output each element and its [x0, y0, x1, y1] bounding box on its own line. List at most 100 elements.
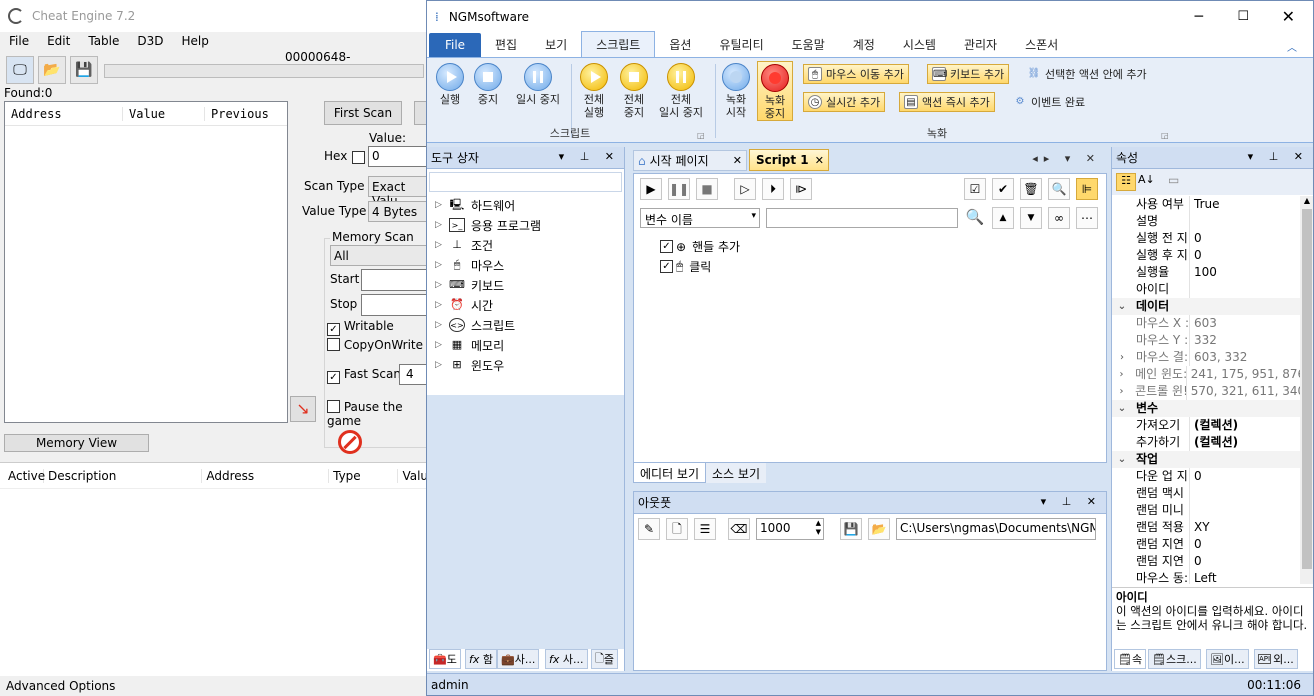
- variable-name-select[interactable]: 변수 이름 ▾: [640, 208, 760, 228]
- move-down-icon[interactable]: ▼: [1020, 207, 1042, 229]
- property-value[interactable]: 100: [1190, 264, 1217, 281]
- expand-icon[interactable]: [1112, 230, 1132, 247]
- toolbox-item-keyboard[interactable]: ▷ ⌨ 키보드: [427, 275, 624, 295]
- tab-help[interactable]: 도움말: [778, 32, 839, 57]
- pause-game-option[interactable]: Pause the game: [327, 400, 427, 428]
- bottom-tab-function[interactable]: fx 함: [465, 649, 498, 669]
- loop-icon[interactable]: ∞: [1048, 207, 1070, 229]
- ce-menu-edit[interactable]: Edit: [38, 32, 79, 52]
- first-scan-button[interactable]: First Scan: [324, 101, 402, 125]
- bottom-tab-toolbox[interactable]: 🧰 도: [429, 649, 461, 669]
- tab-script[interactable]: 스크립트: [581, 31, 656, 57]
- step-into-icon[interactable]: ⏵: [762, 178, 784, 200]
- properties-pin-close-icon[interactable]: ▾ ⊥ ✕: [1248, 150, 1309, 163]
- variable-value-input[interactable]: [766, 208, 958, 228]
- tree-view-icon[interactable]: ⊫: [1076, 178, 1098, 200]
- close-start-tab-icon[interactable]: ✕: [733, 154, 742, 167]
- clear-list-icon[interactable]: [338, 430, 362, 454]
- minimize-icon[interactable]: ─: [1195, 9, 1203, 25]
- tab-script-1[interactable]: Script 1 ✕: [749, 149, 829, 171]
- output-path-input[interactable]: C:\Users\ngmas\Documents\NGM6\: [896, 518, 1096, 540]
- run-button[interactable]: 실행: [435, 63, 465, 106]
- spinner-icon[interactable]: ▲ ▼: [816, 519, 821, 537]
- open-process-icon[interactable]: 🖵: [6, 56, 34, 84]
- expand-icon[interactable]: ›: [1112, 383, 1131, 400]
- tab-file[interactable]: File: [429, 33, 481, 57]
- search-icon[interactable]: 🔍: [1048, 178, 1070, 200]
- property-row[interactable]: 다운 업 지0: [1112, 468, 1300, 485]
- col-value[interactable]: Value: [123, 106, 205, 121]
- properties-scrollbar[interactable]: ▲: [1300, 196, 1313, 584]
- action-checkbox[interactable]: ✓: [660, 260, 673, 273]
- property-value[interactable]: [1292, 400, 1296, 417]
- property-category[interactable]: ⌄ 작업: [1112, 451, 1300, 468]
- sort-alpha-icon[interactable]: A↓: [1138, 173, 1155, 186]
- expand-icon[interactable]: [1112, 315, 1132, 332]
- stop-button[interactable]: 중지: [473, 63, 503, 106]
- collapse-icon[interactable]: ⌄: [1112, 400, 1132, 417]
- expand-icon[interactable]: ›: [1112, 349, 1132, 366]
- output-line-count-input[interactable]: 1000 ▲ ▼: [756, 518, 824, 540]
- script-group-expand-icon[interactable]: ◲: [697, 131, 705, 140]
- editor-tab-controls-icon[interactable]: ◂▸ ▾ ✕: [1032, 152, 1101, 165]
- add-inside-selected-button[interactable]: ⛓ 선택한 액션 안에 추가: [1023, 64, 1151, 84]
- fastscan-checkbox[interactable]: ✓: [327, 371, 340, 384]
- copyonwrite-checkbox[interactable]: [327, 338, 340, 351]
- expand-icon[interactable]: [1112, 417, 1132, 434]
- collapse-icon[interactable]: ⌄: [1112, 451, 1132, 468]
- bottom-tab-script[interactable]: 🗒 스크...: [1148, 649, 1201, 669]
- property-row[interactable]: › 마우스 결: 603, 332: [1112, 349, 1300, 366]
- property-row[interactable]: 랜덤 적용 XY: [1112, 519, 1300, 536]
- collapse-icon[interactable]: ⌄: [1112, 298, 1132, 315]
- expand-icon[interactable]: [1112, 485, 1132, 502]
- property-value[interactable]: 0: [1190, 247, 1202, 264]
- start-address-input[interactable]: [361, 269, 427, 291]
- tab-system[interactable]: 시스템: [889, 32, 950, 57]
- ce-menu-d3d[interactable]: D3D: [128, 32, 172, 52]
- property-value[interactable]: 0: [1190, 536, 1202, 553]
- property-row[interactable]: 랜덤 맥시: [1112, 485, 1300, 502]
- tab-admin[interactable]: 관리자: [950, 32, 1011, 57]
- record-stop-button[interactable]: 녹화 중지: [757, 61, 793, 121]
- run-all-button[interactable]: 전체 실행: [577, 63, 611, 119]
- action-row-add-handle[interactable]: ✓ ⊕ 핸들 추가: [660, 238, 740, 255]
- source-view-tab[interactable]: 소스 보기: [706, 463, 766, 483]
- property-value[interactable]: (컬렉션): [1190, 417, 1238, 434]
- expand-icon[interactable]: [1112, 332, 1132, 349]
- action-row-click[interactable]: ✓ 🖱 클릭: [660, 258, 711, 275]
- stop-address-input[interactable]: [361, 294, 427, 316]
- property-value[interactable]: 570, 321, 611, 340: [1187, 383, 1300, 400]
- pause-button[interactable]: 일시 중지: [511, 63, 565, 106]
- eraser-icon[interactable]: ⌫: [728, 518, 750, 540]
- clear-output-icon[interactable]: ✎: [638, 518, 660, 540]
- tab-view[interactable]: 보기: [531, 32, 581, 57]
- expand-icon[interactable]: ›: [1112, 366, 1131, 383]
- bottom-tab-properties[interactable]: 🗒 속: [1114, 649, 1147, 669]
- check-all-icon[interactable]: ☑: [964, 178, 986, 200]
- expand-icon[interactable]: [1112, 247, 1132, 264]
- property-row[interactable]: 실행율 100: [1112, 264, 1300, 281]
- tab-utility[interactable]: 유틸리티: [705, 32, 777, 57]
- properties-grid[interactable]: 사용 여부 True 설명 실행 전 지 0 실행 후 지 0 실행율 100 아이디 ⌄ 데이터 마우…: [1112, 196, 1300, 584]
- property-value[interactable]: Left: [1190, 570, 1217, 584]
- col-table-address[interactable]: Address: [202, 468, 330, 483]
- advanced-options-link[interactable]: Advanced Options: [6, 679, 115, 693]
- property-value[interactable]: (컬렉션): [1190, 434, 1238, 451]
- property-row[interactable]: 실행 전 지0: [1112, 230, 1300, 247]
- bottom-tab-image[interactable]: 🖼 이...: [1206, 649, 1249, 669]
- record-group-expand-icon[interactable]: ◲: [1161, 131, 1169, 140]
- save-icon[interactable]: 💾: [70, 56, 98, 84]
- property-row[interactable]: 사용 여부 True: [1112, 196, 1300, 213]
- col-table-value[interactable]: Valu: [398, 469, 427, 483]
- run-icon[interactable]: ▶: [640, 178, 662, 200]
- property-value[interactable]: [1292, 298, 1296, 315]
- categorized-icon[interactable]: ☷: [1116, 173, 1136, 191]
- property-row[interactable]: 설명: [1112, 213, 1300, 230]
- property-row[interactable]: 마우스 X :603: [1112, 315, 1300, 332]
- ce-menu-file[interactable]: File: [0, 32, 38, 52]
- toolbox-search-input[interactable]: [429, 172, 622, 192]
- property-value[interactable]: 0: [1190, 553, 1202, 570]
- pause-icon[interactable]: ❚❚: [668, 178, 690, 200]
- property-value[interactable]: 0: [1190, 468, 1202, 485]
- col-description[interactable]: Description: [44, 468, 203, 483]
